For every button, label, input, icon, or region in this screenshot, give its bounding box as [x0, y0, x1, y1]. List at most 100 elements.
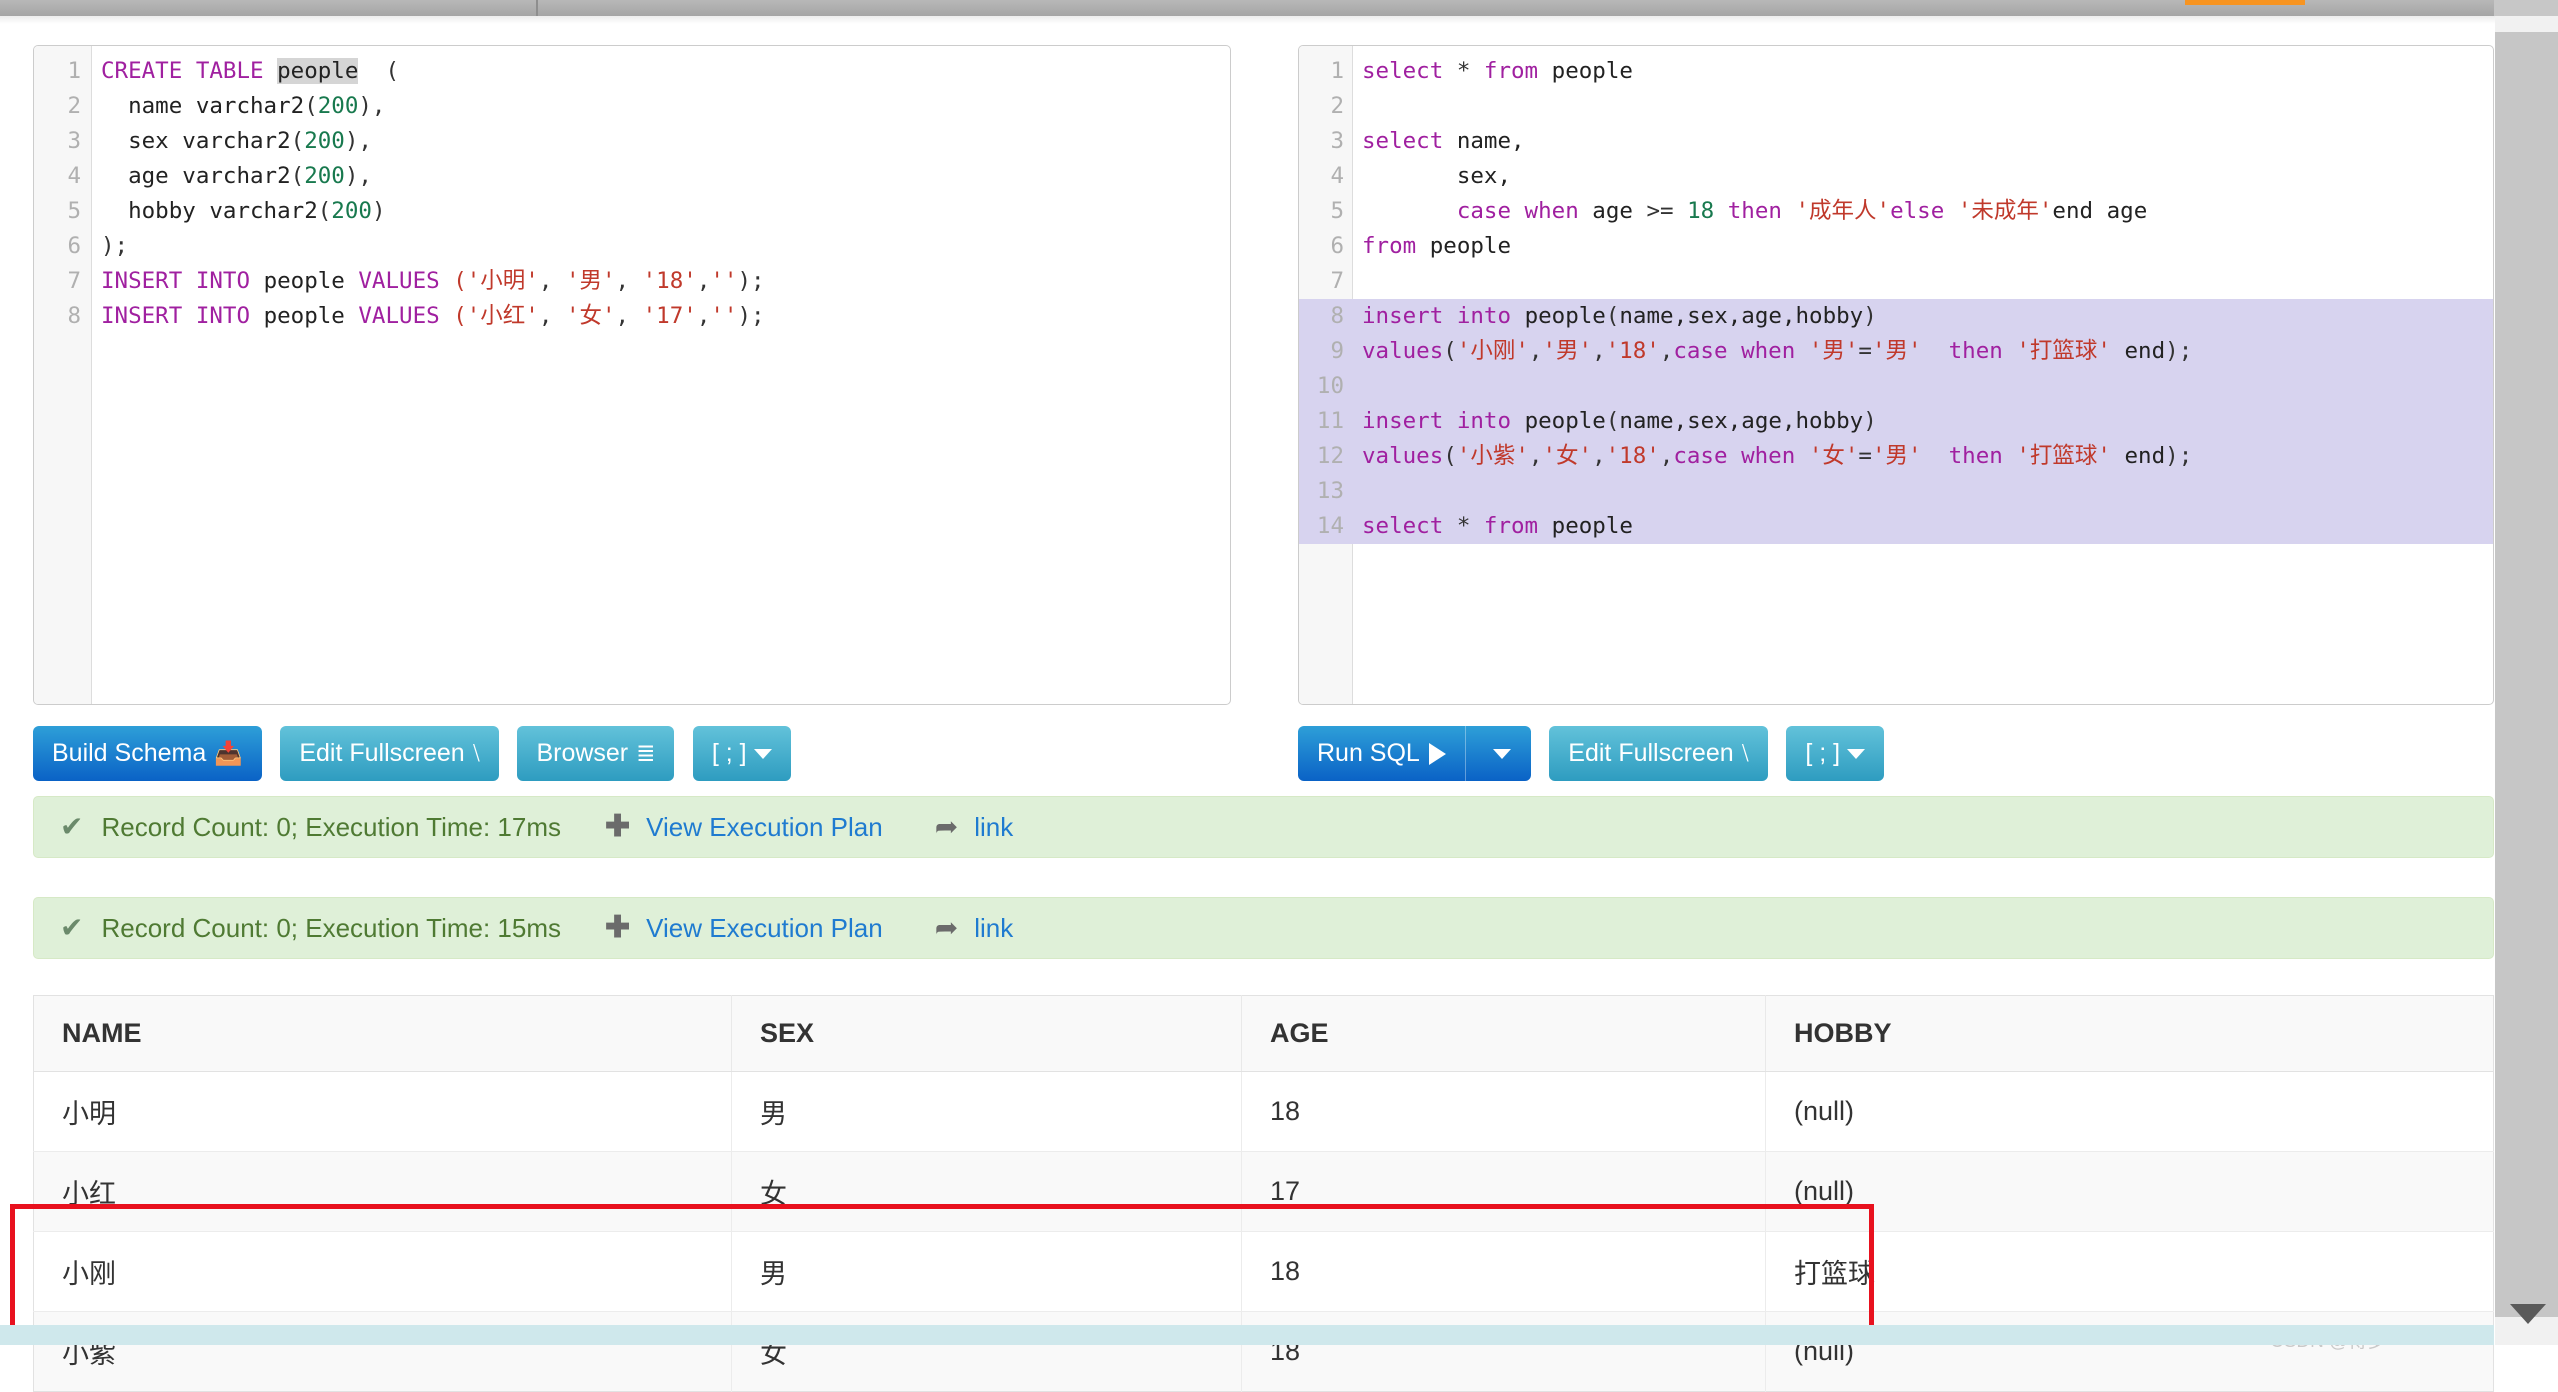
code-line-text[interactable]: insert into people(name,sex,age,hobby)	[1353, 299, 1877, 334]
browser-label: Browser	[536, 739, 629, 767]
table-cell: 打篮球	[1765, 1231, 2494, 1312]
code-line[interactable]: 5 hobby varchar2(200)	[34, 194, 1230, 229]
code-line-text[interactable]: sex varchar2(200),	[92, 124, 372, 159]
line-number: 10	[1316, 373, 1344, 399]
separator-dropdown-right[interactable]: [ ; ]	[1786, 726, 1885, 781]
code-line[interactable]: 14 select * from people	[1299, 509, 2493, 544]
code-line[interactable]: 5 case when age >= 18 then '成年人'else '未成…	[1299, 194, 2493, 229]
code-line-text[interactable]: hobby varchar2(200)	[92, 194, 385, 229]
edit-fullscreen-button-left[interactable]: Edit Fullscreen ⧵	[280, 726, 499, 781]
code-token: select	[1362, 58, 1457, 84]
table-cell: (null)	[1765, 1151, 2494, 1232]
edit-fullscreen-button-right[interactable]: Edit Fullscreen ⧵	[1549, 726, 1768, 781]
code-token: ,	[1659, 338, 1674, 364]
code-line[interactable]: 10	[1299, 369, 2493, 404]
chrome-right-control[interactable]	[2494, 0, 2558, 16]
code-line[interactable]: 8 insert into people(name,sex,age,hobby)	[1299, 299, 2493, 334]
code-token: *	[1456, 513, 1484, 539]
caret-down-icon	[1847, 749, 1866, 760]
code-line[interactable]: 8 INSERT INTO people VALUES ('小红', '女', '…	[34, 299, 1230, 334]
share-arrow-icon[interactable]: ➦	[935, 797, 958, 857]
code-token: select	[1362, 513, 1457, 539]
code-token: );	[737, 303, 765, 329]
build-schema-button[interactable]: Build Schema 📥	[33, 726, 262, 781]
code-line-text[interactable]: select * from people	[1353, 54, 1633, 89]
code-line[interactable]: 3 sex varchar2(200),	[34, 124, 1230, 159]
code-token: name,	[1456, 128, 1525, 154]
scroll-down-arrow-icon[interactable]	[2510, 1304, 2546, 1324]
line-number: 4	[67, 163, 81, 189]
browser-button[interactable]: Browser ≣	[517, 726, 675, 781]
code-line[interactable]: 2	[1299, 89, 2493, 124]
code-token: ,	[615, 268, 643, 294]
code-line-text[interactable]: select * from people	[1353, 509, 1633, 544]
code-line-text[interactable]: from people	[1353, 229, 1511, 264]
code-line-text[interactable]: name varchar2(200),	[92, 89, 385, 124]
code-line-text[interactable]: INSERT INTO people VALUES ('小红', '女', '1…	[92, 299, 765, 334]
code-line[interactable]: 4 sex,	[1299, 159, 2493, 194]
code-line-text[interactable]: CREATE TABLE people (	[92, 54, 399, 89]
query-sql-code[interactable]: 1 select * from people 2 3 select name, 4 sex…	[1299, 46, 2493, 704]
page-scrollbar-thumb[interactable]	[2501, 40, 2552, 470]
code-line[interactable]: 12 values('小紫','女','18',case when '女'='男'…	[1299, 439, 2493, 474]
line-number: 6	[67, 233, 81, 259]
code-token: then	[1727, 198, 1796, 224]
code-line[interactable]: 7 INSERT INTO people VALUES ('小明', '男', '…	[34, 264, 1230, 299]
share-arrow-icon[interactable]: ➦	[935, 898, 958, 958]
code-token: ,	[1592, 443, 1606, 469]
permalink-link[interactable]: link	[974, 913, 1013, 943]
separator-dropdown-left[interactable]: [ ; ]	[692, 726, 791, 781]
view-execution-plan-link[interactable]: View Execution Plan	[646, 913, 883, 943]
code-line[interactable]: 6 from people	[1299, 229, 2493, 264]
code-token: name,sex,age,hobby	[1619, 408, 1864, 434]
table-cell: 女	[731, 1311, 1242, 1392]
code-line[interactable]: 9 values('小刚','男','18',case when '男'='男' …	[1299, 334, 2493, 369]
code-token: ,	[615, 303, 643, 329]
code-line-text[interactable]: sex,	[1353, 159, 1511, 194]
table-header-row: NAME SEX AGE HOBBY	[33, 995, 2494, 1072]
code-token: );	[101, 233, 129, 259]
permalink-link[interactable]: link	[974, 812, 1013, 842]
code-line[interactable]: 1 select * from people	[1299, 54, 2493, 89]
check-icon: ✔	[60, 811, 84, 842]
code-line[interactable]: 2 name varchar2(200),	[34, 89, 1230, 124]
code-token: case when	[1456, 198, 1593, 224]
code-token: '女'	[565, 303, 616, 329]
code-line[interactable]: 1 CREATE TABLE people (	[34, 54, 1230, 89]
line-number: 1	[67, 58, 81, 84]
page-content: 1 CREATE TABLE people (2 name varchar2(20…	[0, 24, 2494, 1392]
code-token: '女'	[1808, 443, 1859, 469]
schema-sql-code[interactable]: 1 CREATE TABLE people (2 name varchar2(20…	[34, 46, 1230, 704]
query-sql-editor[interactable]: 1 select * from people 2 3 select name, 4 sex…	[1298, 45, 2494, 705]
code-line-text[interactable]: age varchar2(200),	[92, 159, 372, 194]
code-token: end	[2124, 443, 2166, 469]
schema-sql-editor[interactable]: 1 CREATE TABLE people (2 name varchar2(20…	[33, 45, 1231, 705]
view-execution-plan-link[interactable]: View Execution Plan	[646, 812, 883, 842]
code-line-text[interactable]: );	[92, 229, 128, 264]
code-line-text[interactable]: values('小刚','男','18',case when '男'='男' t…	[1353, 334, 2193, 369]
code-line[interactable]: 4 age varchar2(200),	[34, 159, 1230, 194]
code-token: )	[1863, 408, 1877, 434]
code-token: end	[2124, 338, 2166, 364]
code-line[interactable]: 11 insert into people(name,sex,age,hobby)	[1299, 404, 2493, 439]
plus-icon[interactable]: ✚	[605, 898, 630, 958]
line-number: 8	[67, 303, 81, 329]
code-line-text[interactable]: INSERT INTO people VALUES ('小明', '男', '1…	[92, 264, 765, 299]
code-line[interactable]: 13	[1299, 474, 2493, 509]
code-line[interactable]: 3 select name,	[1299, 124, 2493, 159]
code-token: sex varchar2	[101, 128, 291, 154]
run-sql-button[interactable]: Run SQL	[1298, 726, 1465, 781]
code-line[interactable]: 6);	[34, 229, 1230, 264]
code-line-text[interactable]: values('小紫','女','18',case when '女'='男' t…	[1353, 439, 2193, 474]
code-line-text[interactable]: insert into people(name,sex,age,hobby)	[1353, 404, 1877, 439]
run-sql-dropdown[interactable]	[1464, 726, 1531, 781]
code-token: (	[304, 93, 318, 119]
code-token: sex,	[1362, 163, 1512, 189]
code-token: (	[1605, 303, 1620, 329]
code-line-text[interactable]: select name,	[1353, 124, 1525, 159]
plus-icon[interactable]: ✚	[605, 797, 630, 857]
page-scrollbar[interactable]	[2495, 16, 2558, 1345]
code-line-text[interactable]: case when age >= 18 then '成年人'else '未成年'…	[1353, 194, 2147, 229]
code-line[interactable]: 7	[1299, 264, 2493, 299]
